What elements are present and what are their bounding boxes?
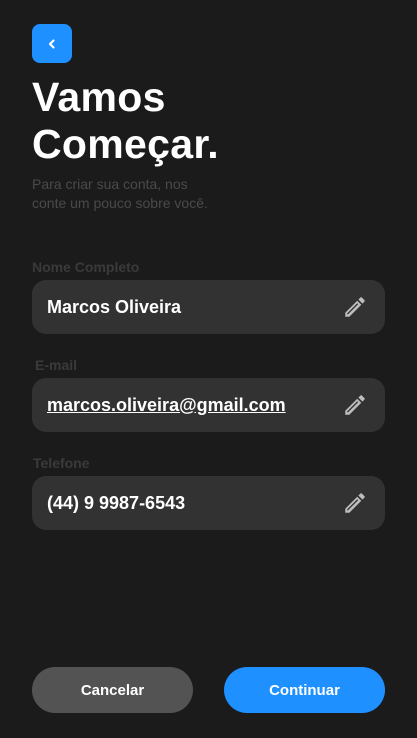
signup-screen: Vamos Começar. Para criar sua conta, nos… (0, 0, 417, 738)
page-subtitle: Para criar sua conta, nos conte um pouco… (32, 175, 292, 213)
phone-field-label: Telefone (33, 455, 90, 471)
continue-button[interactable]: Continuar (224, 667, 385, 713)
pencil-icon-svg (345, 395, 365, 415)
page-title-line-1: Vamos (32, 74, 166, 120)
name-field-label: Nome Completo (32, 259, 140, 275)
phone-field[interactable]: (44) 9 9987-6543 (32, 476, 385, 530)
phone-field-value[interactable]: (44) 9 9987-6543 (47, 493, 185, 514)
back-button[interactable] (32, 24, 72, 63)
page-subtitle-line-2: conte um pouco sobre você. (32, 195, 208, 211)
pencil-icon-svg (345, 297, 365, 317)
page-subtitle-line-1: Para criar sua conta, nos (32, 176, 188, 192)
name-field-value[interactable]: Marcos Oliveira (47, 297, 181, 318)
name-field[interactable]: Marcos Oliveira (32, 280, 385, 334)
cancel-button[interactable]: Cancelar (32, 667, 193, 713)
pencil-icon[interactable] (341, 293, 369, 321)
page-title: Vamos Começar. (32, 74, 219, 168)
chevron-left-icon (48, 38, 55, 49)
email-field-value[interactable]: marcos.oliveira@gmail.com (47, 395, 286, 416)
email-field-label: E-mail (35, 357, 78, 373)
pencil-icon[interactable] (341, 391, 369, 419)
email-field[interactable]: marcos.oliveira@gmail.com (32, 378, 385, 432)
page-title-line-2: Começar. (32, 121, 219, 167)
pencil-icon-svg (345, 493, 365, 513)
pencil-icon[interactable] (341, 489, 369, 517)
